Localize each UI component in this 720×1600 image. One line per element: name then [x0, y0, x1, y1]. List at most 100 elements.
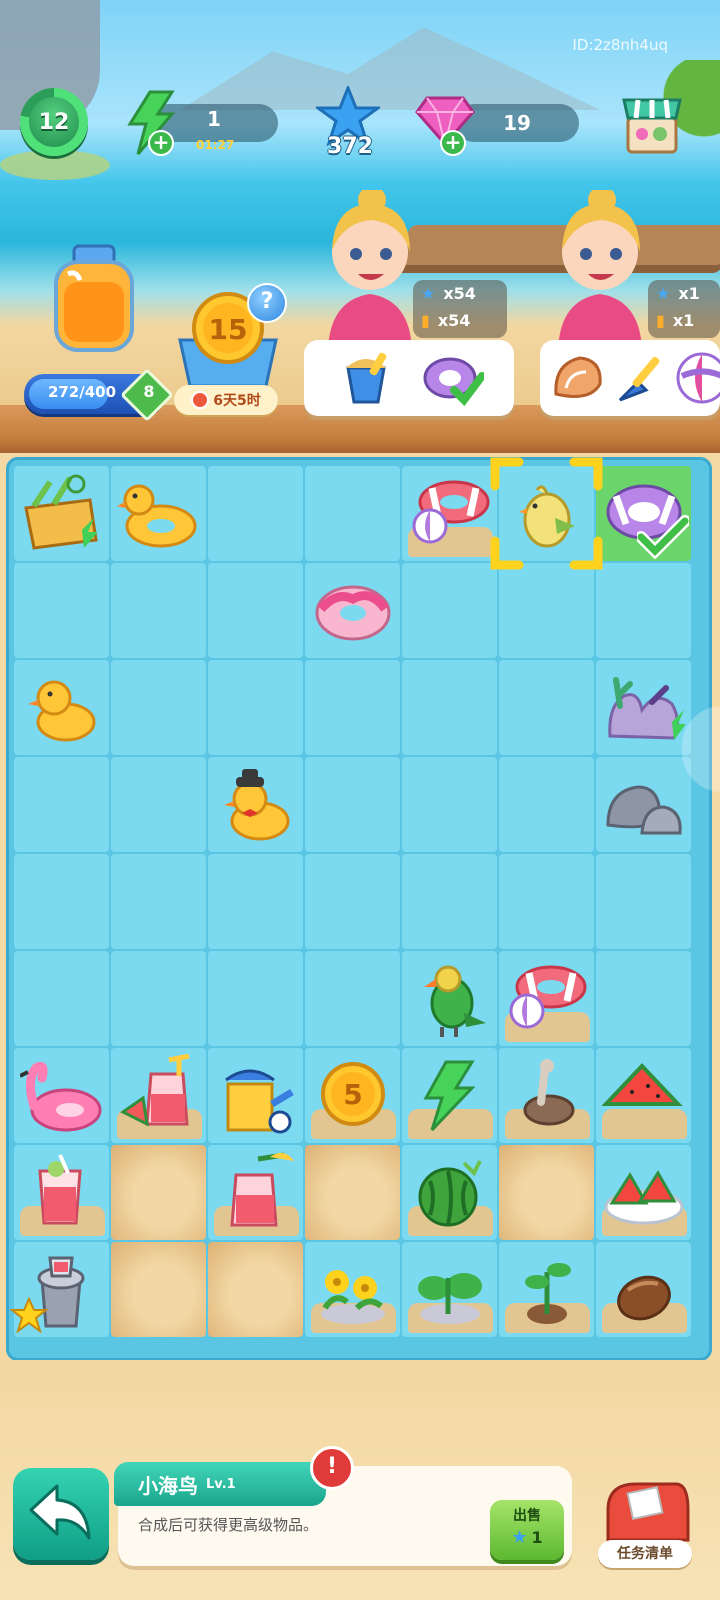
board-cell[interactable]: 5 [305, 1048, 400, 1143]
board-cell[interactable] [305, 563, 400, 658]
seed-icon [617, 1275, 671, 1321]
board-cell[interactable] [208, 757, 303, 852]
parrot-icon [424, 965, 486, 1037]
item-level: Lv.1 [206, 1476, 236, 1492]
board-cell[interactable] [596, 757, 691, 852]
board-cell[interactable] [402, 757, 497, 852]
task-list-button[interactable]: 任务清单 [598, 1540, 692, 1568]
event-help-button[interactable]: ? [247, 283, 287, 323]
board-cell[interactable] [111, 757, 206, 852]
board-cell[interactable] [596, 951, 691, 1046]
board-cell[interactable] [305, 757, 400, 852]
add-energy-button[interactable]: + [148, 130, 174, 156]
board-cell[interactable] [208, 466, 303, 561]
coin-event-value: 15 [209, 313, 248, 346]
board-cell[interactable] [14, 466, 109, 561]
item-description: 合成后可获得更高级物品。 [138, 1516, 319, 1534]
board-cell-locked[interactable] [111, 1242, 206, 1337]
board-cell[interactable] [208, 951, 303, 1046]
board-cell[interactable] [208, 660, 303, 755]
sell-button[interactable]: 出售 ★ 1 [490, 1500, 564, 1560]
rocks-icon [606, 785, 682, 835]
honey-jar-icon[interactable] [46, 244, 142, 362]
item-name-tab: 小海鸟 Lv.1 [114, 1462, 326, 1506]
board-cell[interactable] [305, 466, 400, 561]
customer-portrait [328, 190, 412, 350]
board-cell[interactable] [402, 1048, 497, 1143]
board-cell[interactable] [14, 951, 109, 1046]
board-cell[interactable] [596, 1145, 691, 1240]
order-2-card [540, 340, 720, 416]
board-cell[interactable] [111, 1048, 206, 1143]
board-cell[interactable] [596, 660, 691, 755]
board-cell[interactable] [305, 660, 400, 755]
order-2-star-qty: x1 [678, 284, 700, 303]
jar-level-value: 8 [143, 382, 155, 401]
checkmark-icon [637, 515, 689, 559]
board-cell[interactable] [402, 951, 497, 1046]
board-cell[interactable] [111, 854, 206, 949]
board-cell[interactable] [208, 1145, 303, 1240]
juice-small-icon: ▮ [421, 311, 430, 330]
board-cell[interactable] [499, 854, 594, 949]
board-cell[interactable] [402, 1145, 497, 1240]
coral-generator-icon [608, 677, 685, 740]
duck-float-icon [117, 484, 197, 548]
star-small-icon: ★ [511, 1527, 528, 1548]
board-cell[interactable] [305, 1242, 400, 1337]
board-cell[interactable] [14, 660, 109, 755]
order-1-requirements: ★ x54 ▮ x54 [413, 280, 507, 338]
juice-small-icon: ▮ [656, 311, 665, 330]
board-cell[interactable] [305, 951, 400, 1046]
board-cell[interactable] [499, 563, 594, 658]
board-cell[interactable] [596, 563, 691, 658]
board-cell[interactable] [402, 1242, 497, 1337]
board-cell[interactable] [14, 563, 109, 658]
board-cell[interactable] [499, 757, 594, 852]
board-cell[interactable] [111, 466, 206, 561]
flowers-icon [321, 1270, 385, 1324]
board-cell[interactable] [14, 1048, 109, 1143]
board-cell[interactable] [208, 854, 303, 949]
board-cell[interactable] [14, 1145, 109, 1240]
board-cell[interactable] [208, 1048, 303, 1143]
board-cell[interactable] [14, 757, 109, 852]
board-cell[interactable] [499, 951, 594, 1046]
board-cell[interactable] [596, 1242, 691, 1337]
board-cell[interactable] [111, 951, 206, 1046]
level-value: 12 [29, 97, 79, 147]
board-cell[interactable] [111, 563, 206, 658]
add-gems-button[interactable]: + [440, 130, 466, 156]
board-cell[interactable] [596, 1048, 691, 1143]
board-cell[interactable] [596, 854, 691, 949]
coin-value: 5 [343, 1078, 362, 1111]
star-small-icon: ★ [656, 284, 671, 303]
board-cell[interactable] [111, 660, 206, 755]
board-cell[interactable] [402, 854, 497, 949]
board-cell[interactable] [14, 854, 109, 949]
board-cell[interactable] [402, 466, 497, 561]
alert-badge[interactable]: ! [310, 1446, 354, 1490]
board-cell-selected[interactable] [490, 457, 603, 570]
board-cell-locked[interactable] [208, 1242, 303, 1337]
shop-stall-icon[interactable] [620, 90, 684, 156]
board-cell-locked[interactable] [499, 1145, 594, 1240]
sprout-icon [418, 1273, 482, 1324]
watermelon-plate-icon [604, 1170, 684, 1225]
board-cell[interactable] [208, 563, 303, 658]
board-cell-locked[interactable] [111, 1145, 206, 1240]
board-cell[interactable] [402, 660, 497, 755]
board-cell[interactable] [402, 563, 497, 658]
back-button[interactable] [13, 1468, 109, 1560]
order-1-star-qty: x54 [443, 284, 476, 303]
flamingo-float-icon [20, 1061, 102, 1132]
board-cell[interactable] [499, 1242, 594, 1337]
board-cell[interactable] [305, 854, 400, 949]
coin-icon: 5 [321, 1062, 385, 1126]
level-badge[interactable]: 12 [20, 88, 88, 156]
board-cell-locked[interactable] [305, 1145, 400, 1240]
board-cell[interactable] [10, 1242, 109, 1337]
board-cell-completed[interactable] [596, 466, 691, 561]
board-cell[interactable] [499, 660, 594, 755]
board-cell[interactable] [499, 1048, 594, 1143]
